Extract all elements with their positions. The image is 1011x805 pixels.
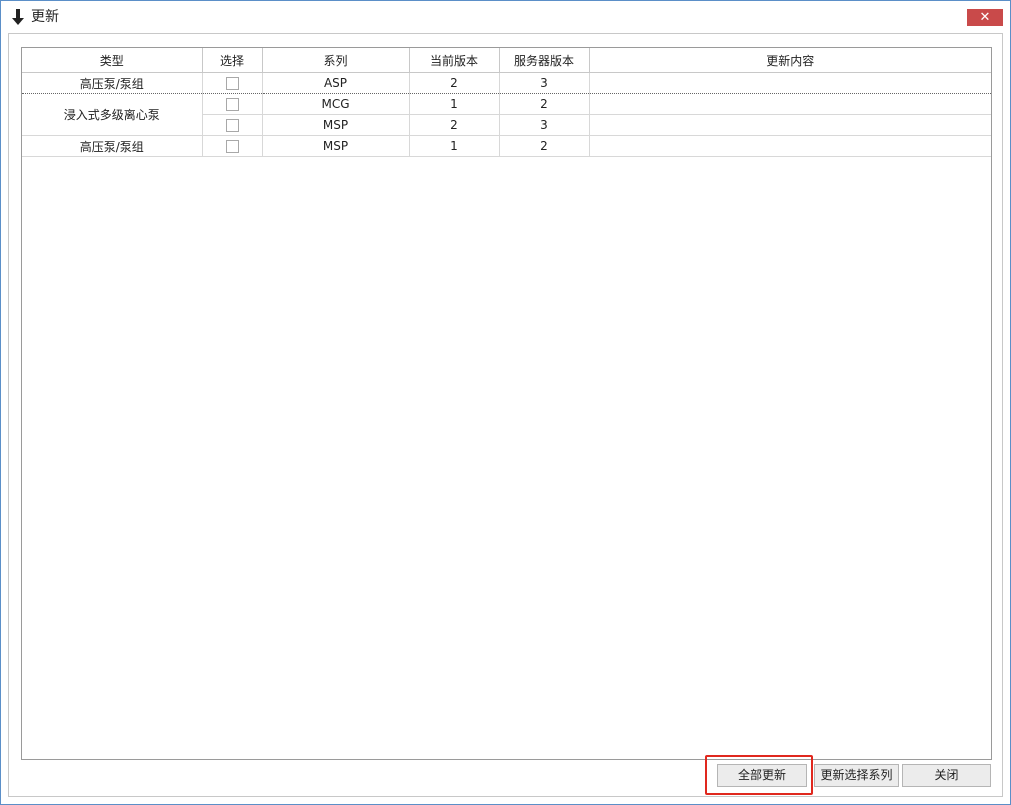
column-header-update-content[interactable]: 更新内容 — [589, 48, 991, 73]
cell-type: 高压泵/泵组 — [22, 72, 203, 94]
cell-series: MCG — [262, 93, 410, 115]
cell-current-version: 2 — [409, 72, 500, 94]
cell-update-content — [589, 114, 991, 136]
cell-server-version: 3 — [499, 114, 590, 136]
table-row[interactable]: 高压泵/泵组 ASP 2 3 — [22, 72, 991, 94]
cell-current-version: 1 — [409, 135, 500, 157]
row-checkbox[interactable] — [225, 98, 239, 111]
column-header-current-version[interactable]: 当前版本 — [409, 48, 500, 73]
cell-update-content — [589, 135, 991, 157]
column-header-type[interactable]: 类型 — [22, 48, 203, 73]
cell-update-content — [589, 72, 991, 94]
cell-select — [202, 114, 263, 136]
cell-select — [202, 135, 263, 157]
cell-type: 高压泵/泵组 — [22, 135, 203, 157]
cell-type: 浸入式多级离心泵 — [22, 93, 203, 136]
column-header-server-version[interactable]: 服务器版本 — [499, 48, 590, 73]
cell-select — [202, 72, 263, 94]
update-selected-series-button[interactable]: 更新选择系列 — [814, 764, 899, 787]
cell-server-version: 3 — [499, 72, 590, 94]
title-bar: 更新 ✕ — [1, 1, 1010, 33]
row-checkbox[interactable] — [225, 140, 239, 153]
cell-select — [202, 93, 263, 115]
row-checkbox[interactable] — [225, 77, 239, 90]
close-window-button[interactable]: ✕ — [967, 9, 1003, 26]
close-button[interactable]: 关闭 — [902, 764, 991, 787]
cell-server-version: 2 — [499, 93, 590, 115]
down-arrow-icon — [12, 9, 24, 25]
table-row[interactable]: 高压泵/泵组 MSP 1 2 — [22, 135, 991, 157]
window-title: 更新 — [31, 9, 59, 25]
update-table: 类型 选择 系列 当前版本 服务器版本 更新内容 高压泵/泵组 ASP 2 3 — [22, 48, 991, 157]
cell-series: ASP — [262, 72, 410, 94]
table-row[interactable]: 浸入式多级离心泵 MCG 1 2 — [22, 93, 991, 136]
update-window: 更新 ✕ 类型 选择 系列 当前版本 服务器版本 更新内容 高压泵/泵组 ASP… — [0, 0, 1011, 805]
update-grid: 类型 选择 系列 当前版本 服务器版本 更新内容 高压泵/泵组 ASP 2 3 — [21, 47, 992, 760]
cell-current-version: 1 — [409, 93, 500, 115]
row-checkbox[interactable] — [225, 119, 239, 132]
cell-current-version: 2 — [409, 114, 500, 136]
table-header-row: 类型 选择 系列 当前版本 服务器版本 更新内容 — [22, 48, 991, 73]
cell-series: MSP — [262, 135, 410, 157]
column-header-select[interactable]: 选择 — [202, 48, 263, 73]
cell-server-version: 2 — [499, 135, 590, 157]
update-all-button[interactable]: 全部更新 — [717, 764, 807, 787]
cell-series: MSP — [262, 114, 410, 136]
cell-update-content — [589, 93, 991, 115]
column-header-series[interactable]: 系列 — [262, 48, 410, 73]
